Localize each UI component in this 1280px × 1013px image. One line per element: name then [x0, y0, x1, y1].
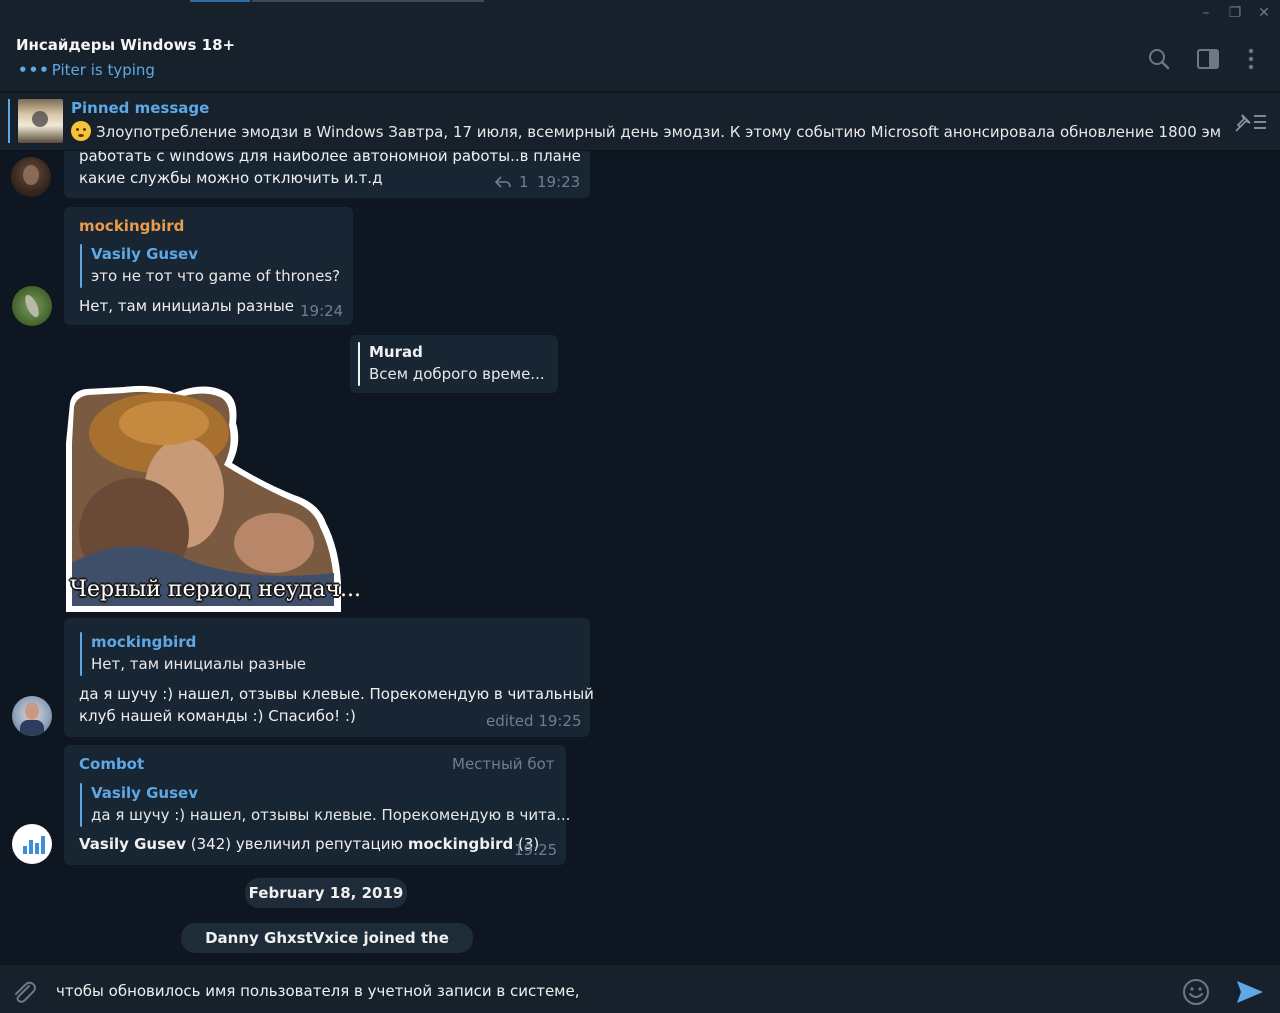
message-composer[interactable]: чтобы обновилось имя пользователя в учет…: [0, 964, 1280, 1013]
reply-quote-text[interactable]: Нет, там инициалы разные: [91, 655, 306, 673]
combot-avatar[interactable]: [12, 824, 52, 864]
sender-name[interactable]: Combot: [79, 755, 144, 773]
reply-arrow-icon: [495, 176, 511, 188]
avatar[interactable]: [11, 157, 51, 197]
message-time: 19:23: [537, 173, 581, 191]
pinned-message-bar[interactable]: Pinned message Злоупотребление эмодзи в …: [0, 93, 1280, 151]
message-bubble[interactable]: Combot Местный бот Vasily Gusev да я шуч…: [64, 745, 570, 865]
message-text-line: какие службы можно отключить и.т.д: [79, 169, 383, 187]
message-bubble[interactable]: работать с windows для наиболее автономн…: [64, 151, 590, 198]
send-icon[interactable]: [1235, 979, 1265, 1005]
pinned-thumbnail: [18, 99, 63, 143]
mention-user: Vasily Gusev: [79, 835, 186, 853]
attach-icon[interactable]: [10, 979, 38, 1005]
avatar[interactable]: [12, 286, 52, 326]
message-text: Vasily Gusev (342) увеличил репутацию mo…: [79, 835, 539, 853]
pinned-label: Pinned message: [71, 99, 210, 117]
reply-count[interactable]: 1: [519, 173, 529, 191]
message-time: edited 19:25: [486, 712, 582, 730]
restore-button[interactable]: ❐: [1224, 3, 1246, 23]
pinned-text: Злоупотребление эмодзи в Windows Завтра,…: [96, 123, 1221, 141]
typing-status: ••• Piter is typing: [18, 61, 155, 79]
chat-title[interactable]: Инсайдеры Windows 18+: [16, 36, 235, 54]
bar-chart-icon: [23, 836, 45, 854]
sticker-caption: Черный период неудач...: [70, 577, 361, 602]
chat-header[interactable]: Инсайдеры Windows 18+ ••• Piter is typing: [0, 26, 1280, 92]
message-list[interactable]: работать с windows для наиболее автономн…: [0, 151, 1280, 964]
date-separator: February 18, 2019: [245, 878, 407, 908]
message-text-line: клуб нашей команды :) Спасибо! :): [79, 707, 356, 725]
message-text-line: да я шучу :) нашел, отзывы клевые. Порек…: [79, 685, 594, 703]
message-time: 19:25: [514, 841, 558, 859]
pinned-list-icon[interactable]: [1234, 109, 1268, 135]
flushed-face-emoji-icon: [71, 121, 91, 141]
reply-quote-bar: [80, 783, 82, 827]
reply-quote-text[interactable]: это не тот что game of thrones?: [91, 267, 340, 285]
reply-bubble[interactable]: Murad Всем доброго време...: [350, 335, 558, 393]
mention-user: mockingbird: [407, 835, 514, 853]
reply-quote-bar: [80, 632, 82, 676]
message-text-line: работать с windows для наиболее автономн…: [79, 151, 581, 165]
typing-dots: •••: [18, 61, 50, 79]
reply-quote-author[interactable]: mockingbird: [91, 633, 196, 651]
message-text-part: (342) увеличил репутацию: [186, 835, 408, 853]
reply-quote-bar: [80, 244, 82, 288]
more-vertical-icon[interactable]: [1238, 46, 1264, 72]
search-icon[interactable]: [1146, 46, 1172, 72]
tab-indicator: [252, 0, 484, 2]
reply-quote-author[interactable]: Vasily Gusev: [91, 245, 198, 263]
avatar[interactable]: [12, 696, 52, 736]
message-input[interactable]: чтобы обновилось имя пользователя в учет…: [56, 982, 580, 1000]
message-text: Нет, там инициалы разные: [79, 297, 295, 315]
message-time: 19:24: [300, 302, 344, 320]
sidebar-toggle-icon[interactable]: [1195, 46, 1221, 72]
sender-name[interactable]: mockingbird: [79, 217, 184, 235]
reply-quote-text[interactable]: да я шучу :) нашел, отзывы клевые. Порек…: [91, 806, 570, 824]
message-bubble[interactable]: mockingbird Нет, там инициалы разные да …: [64, 618, 594, 737]
pinned-text-row: Злоупотребление эмодзи в Windows Завтра,…: [71, 121, 1221, 141]
bot-badge: Местный бот: [452, 755, 555, 773]
reply-quote-bar: [358, 342, 360, 386]
message-bubble[interactable]: mockingbird Vasily Gusev это не тот что …: [64, 207, 353, 325]
tab-indicator-active: [190, 0, 250, 2]
typing-text: Piter is typing: [51, 61, 155, 79]
close-button[interactable]: ✕: [1253, 3, 1275, 23]
reply-quote-text[interactable]: Всем доброго време...: [369, 365, 545, 383]
minimize-button[interactable]: –: [1195, 3, 1217, 23]
emoji-icon[interactable]: [1182, 978, 1210, 1006]
reply-quote-author[interactable]: Vasily Gusev: [91, 784, 198, 802]
pinned-accent-bar: [8, 99, 10, 143]
service-message-join: Danny GhxstVxice joined the group: [181, 923, 473, 964]
reply-quote-author[interactable]: Murad: [369, 343, 423, 361]
window-titlebar: – ❐ ✕: [0, 0, 1280, 26]
